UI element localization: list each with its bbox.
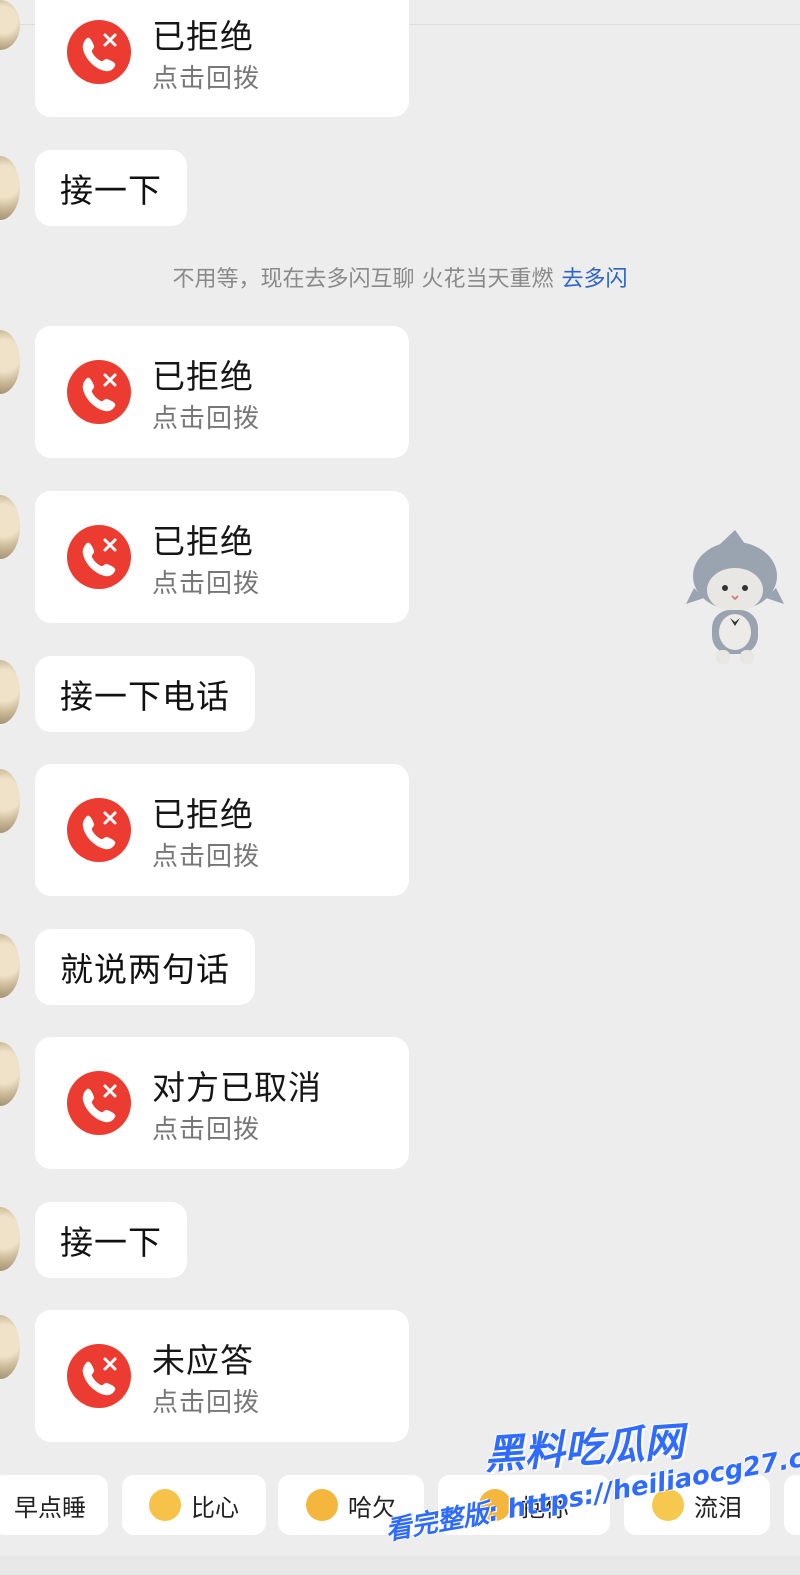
quick-reply-chip[interactable] (784, 1475, 800, 1535)
bottom-edge (0, 1556, 800, 1575)
call-status: 已拒绝 (152, 357, 254, 396)
quick-reply-label: 流泪 (694, 1493, 742, 1522)
call-back-label: 点击回拨 (152, 1388, 261, 1418)
missed-call-icon (67, 1071, 131, 1135)
call-card[interactable]: 已拒绝 点击回拨 (35, 326, 409, 458)
call-card[interactable]: 已拒绝 点击回拨 (35, 0, 409, 117)
call-back-label: 点击回拨 (152, 842, 261, 872)
heart-hands-emoji-icon (149, 1489, 181, 1521)
go-duoshan-link[interactable]: 去多闪 (561, 267, 627, 292)
call-status: 未应答 (152, 1341, 254, 1380)
system-notice: 不用等，现在去多闪互聊 火花当天重燃 去多闪 (0, 261, 800, 293)
missed-call-icon (67, 360, 131, 424)
missed-call-icon (67, 20, 131, 84)
call-status: 已拒绝 (152, 522, 254, 561)
call-card[interactable]: 未应答 点击回拨 (35, 1310, 409, 1442)
call-status: 已拒绝 (152, 795, 254, 834)
quick-reply-label: 比心 (191, 1493, 239, 1522)
call-status: 已拒绝 (152, 17, 254, 56)
quick-reply-chip[interactable]: 比心 (122, 1475, 266, 1535)
call-card[interactable]: 已拒绝 点击回拨 (35, 764, 409, 896)
call-back-label: 点击回拨 (152, 569, 261, 599)
message-bubble[interactable]: 接一下 (35, 1202, 187, 1278)
call-card[interactable]: 对方已取消 点击回拨 (35, 1037, 409, 1169)
avatar[interactable] (0, 1315, 20, 1379)
call-back-label: 点击回拨 (152, 404, 261, 434)
call-back-label: 点击回拨 (152, 1115, 261, 1145)
call-back-label: 点击回拨 (152, 64, 261, 94)
quick-reply-label: 早点睡 (14, 1493, 86, 1522)
avatar[interactable] (0, 1207, 20, 1271)
call-card[interactable]: 已拒绝 点击回拨 (35, 491, 409, 623)
message-bubble[interactable]: 接一下 (35, 150, 187, 226)
missed-call-icon (67, 525, 131, 589)
yawn-emoji-icon (306, 1489, 338, 1521)
avatar[interactable] (0, 934, 20, 998)
avatar[interactable] (0, 156, 20, 220)
avatar[interactable] (0, 495, 20, 559)
cat-shark-sticker (686, 528, 784, 668)
message-bubble[interactable]: 接一下电话 (35, 656, 255, 732)
avatar[interactable] (0, 660, 20, 724)
avatar[interactable] (0, 330, 20, 394)
missed-call-icon (67, 798, 131, 862)
quick-reply-chip[interactable]: 早点睡 (0, 1475, 108, 1535)
avatar[interactable] (0, 769, 20, 833)
message-bubble[interactable]: 就说两句话 (35, 929, 255, 1005)
missed-call-icon (67, 1344, 131, 1408)
avatar[interactable] (0, 1042, 20, 1106)
call-status: 对方已取消 (152, 1068, 322, 1107)
system-notice-text: 不用等，现在去多闪互聊 火花当天重燃 (172, 267, 554, 292)
